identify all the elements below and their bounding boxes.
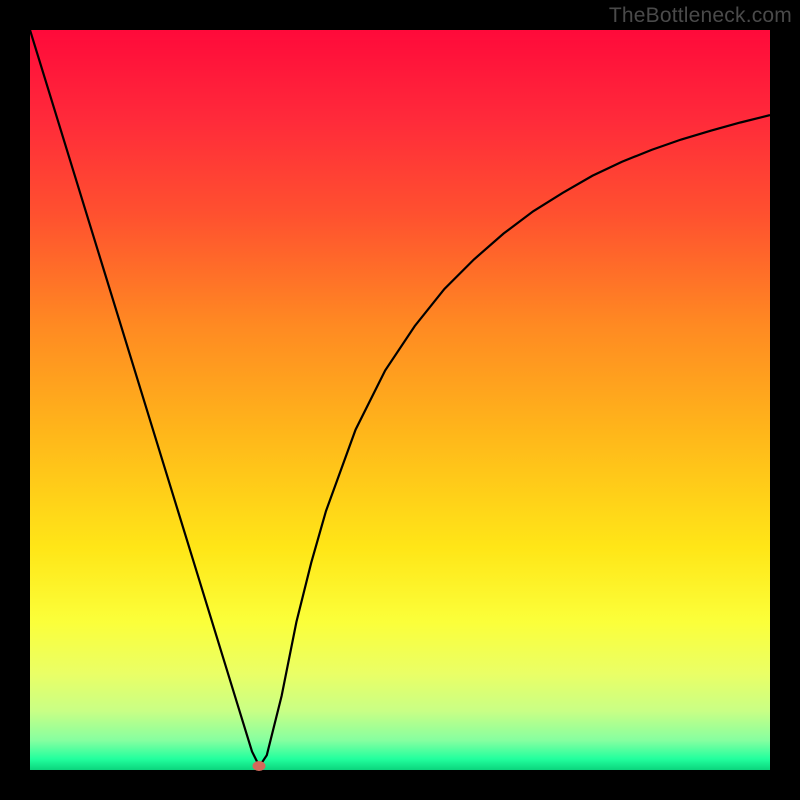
minimum-marker bbox=[253, 761, 266, 771]
plot-area bbox=[30, 30, 770, 770]
bottleneck-curve bbox=[30, 30, 770, 766]
curve-layer bbox=[30, 30, 770, 770]
watermark-text: TheBottleneck.com bbox=[609, 4, 792, 28]
chart-frame: TheBottleneck.com bbox=[0, 0, 800, 800]
